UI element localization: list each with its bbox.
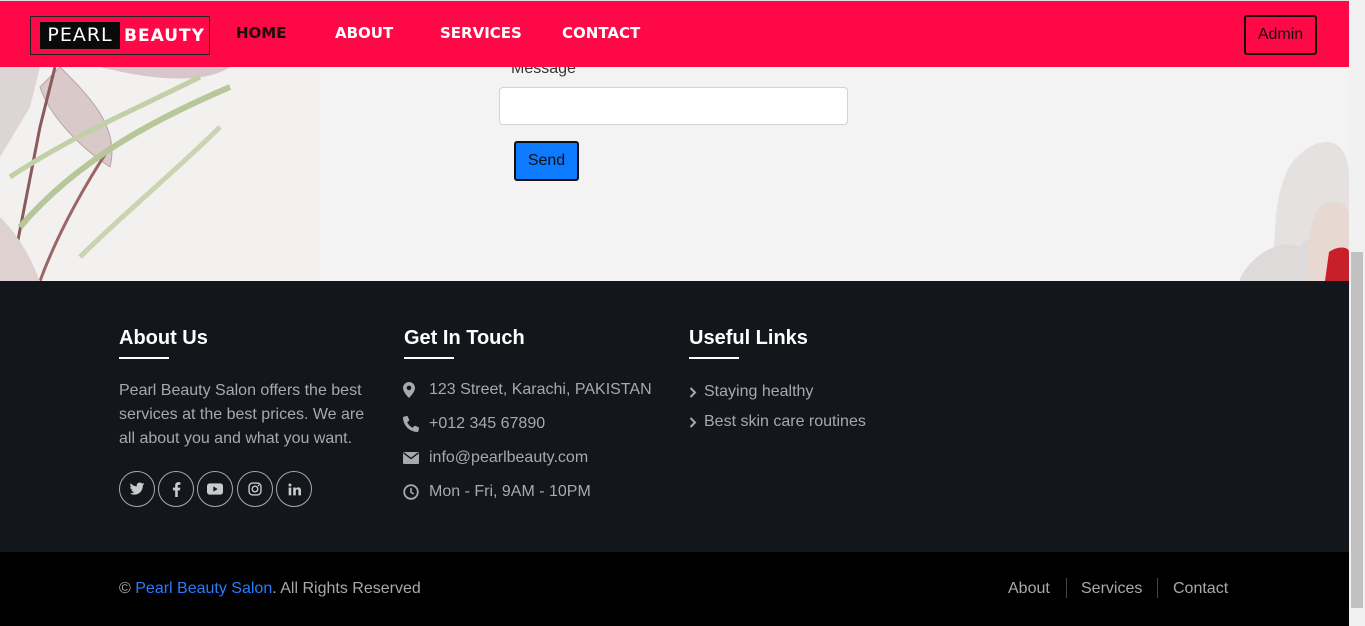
brand-logo[interactable]: PEARL BEAUTY [30, 16, 210, 55]
bottom-link-about[interactable]: About [1008, 580, 1050, 598]
nav-contact[interactable]: CONTACT [562, 24, 640, 42]
useful-links-underline [689, 357, 739, 359]
scrollbar-thumb[interactable] [1351, 252, 1363, 608]
useful-link-item[interactable]: Best skin care routines [689, 413, 866, 431]
bottom-link-contact[interactable]: Contact [1173, 580, 1228, 598]
phone-row: +012 345 67890 [403, 415, 545, 433]
useful-links-title: Useful Links [689, 327, 808, 349]
address-row: 123 Street, Karachi, PAKISTAN [403, 381, 652, 399]
address-text: 123 Street, Karachi, PAKISTAN [429, 381, 652, 398]
hours-text: Mon - Fri, 9AM - 10PM [429, 483, 591, 500]
admin-button[interactable]: Admin [1244, 15, 1317, 55]
useful-link-label: Staying healthy [704, 383, 814, 400]
brand-pearl: PEARL [40, 22, 120, 49]
phone-text: +012 345 67890 [429, 415, 546, 432]
message-input[interactable] [499, 87, 848, 125]
footer: About Us Pearl Beauty Salon offers the b… [0, 281, 1349, 552]
copyright: © Pearl Beauty Salon. All Rights Reserve… [119, 580, 421, 598]
twitter-icon[interactable] [119, 471, 155, 507]
top-navbar: PEARL BEAUTY HOME ABOUT SERVICES CONTACT… [0, 0, 1349, 67]
brand-beauty: BEAUTY [124, 25, 205, 46]
email-row: info@pearlbeauty.com [403, 449, 588, 467]
hours-row: Mon - Fri, 9AM - 10PM [403, 483, 591, 501]
message-label: Message [511, 67, 576, 77]
divider [1157, 578, 1158, 598]
nav-about[interactable]: ABOUT [335, 24, 393, 42]
chevron-right-icon [689, 416, 704, 428]
leaf-decoration [0, 67, 320, 281]
get-in-touch-underline [404, 357, 454, 359]
useful-link-item[interactable]: Staying healthy [689, 383, 813, 401]
petal-decoration [1239, 142, 1349, 281]
copyright-symbol: © [119, 580, 131, 597]
divider [1066, 578, 1067, 598]
nav-home[interactable]: HOME [236, 24, 286, 42]
page: PEARL BEAUTY HOME ABOUT SERVICES CONTACT… [0, 0, 1365, 626]
bottom-bar: © Pearl Beauty Salon. All Rights Reserve… [0, 552, 1349, 626]
map-marker-icon [403, 382, 429, 398]
facebook-icon[interactable] [158, 471, 194, 507]
page-scrollbar[interactable] [1349, 0, 1365, 626]
bottom-link-services[interactable]: Services [1081, 580, 1142, 598]
chevron-right-icon [689, 386, 704, 398]
phone-icon [403, 416, 429, 432]
youtube-icon[interactable] [197, 471, 233, 507]
email-text: info@pearlbeauty.com [429, 449, 589, 466]
about-us-text: Pearl Beauty Salon offers the best servi… [119, 382, 365, 447]
contact-section: Message Send [0, 67, 1349, 281]
send-button[interactable]: Send [514, 141, 579, 181]
salon-link[interactable]: Pearl Beauty Salon [135, 580, 272, 597]
about-us-underline [119, 357, 169, 359]
nav-services[interactable]: SERVICES [440, 24, 522, 42]
rights-text: . All Rights Reserved [272, 580, 421, 597]
linkedin-icon[interactable] [276, 471, 312, 507]
instagram-icon[interactable] [237, 471, 273, 507]
clock-icon [403, 484, 429, 500]
envelope-icon [403, 452, 429, 464]
useful-link-label: Best skin care routines [704, 413, 866, 430]
about-us-title: About Us [119, 327, 208, 349]
get-in-touch-title: Get In Touch [404, 327, 525, 349]
